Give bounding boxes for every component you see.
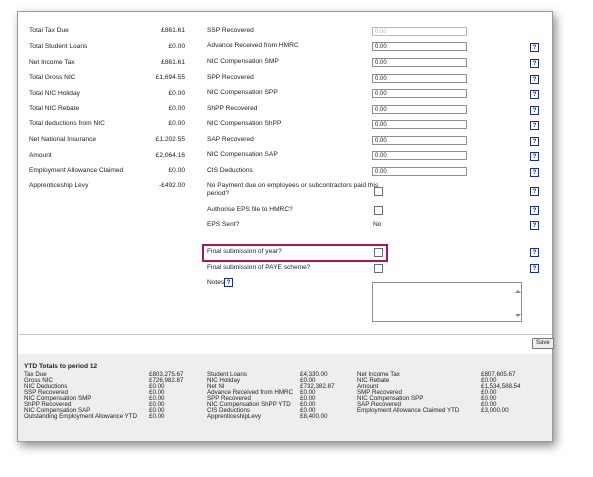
help-icon[interactable]: ?	[530, 90, 539, 99]
summary-label: Net Income Tax	[29, 59, 75, 66]
final-year-label: Final submission of year?	[207, 248, 282, 255]
field-label: NIC Compensation SAP	[207, 151, 278, 158]
scroll-up-icon[interactable]	[515, 290, 521, 293]
eps-sent-label: EPS Sent?	[207, 221, 240, 228]
ssp-recovered-input: 0.00	[372, 27, 467, 36]
field-label: Advance Received from HMRC	[207, 42, 299, 49]
summary-label: Total deductions from NIC	[29, 120, 105, 127]
advance-received-input[interactable]: 0.00	[372, 42, 467, 51]
summary-label: Total NIC Rebate	[29, 105, 80, 112]
help-icon[interactable]: ?	[530, 187, 539, 196]
help-icon[interactable]: ?	[530, 248, 539, 257]
field-label: ShPP Recovered	[207, 105, 258, 112]
no-payment-checkbox[interactable]	[374, 187, 383, 196]
summary-value: £0.00	[168, 120, 185, 127]
final-paye-label: Final submission of PAYE scheme?	[207, 264, 311, 271]
eps-form-panel: Total Tax Due £861.61 Total Student Loan…	[17, 11, 554, 442]
shpp-recovered-input[interactable]: 0.00	[372, 105, 467, 114]
summary-value: £0.00	[168, 43, 185, 50]
summary-value: £2,064.16	[155, 152, 185, 159]
help-icon[interactable]: ?	[530, 206, 539, 215]
ytd-totals: YTD Totals to period 12 Tax Due £803,275…	[18, 354, 552, 441]
help-icon[interactable]: ?	[530, 221, 539, 230]
summary-value: £0.00	[168, 90, 185, 97]
ytd-value: £0.00	[149, 413, 165, 420]
authorise-eps-checkbox[interactable]	[374, 206, 383, 215]
summary-value: £1,694.55	[155, 74, 185, 81]
help-icon[interactable]: ?	[530, 152, 539, 161]
field-label: SAP Recovered	[207, 136, 254, 143]
notes-label: Notes	[207, 279, 225, 286]
help-icon[interactable]: ?	[530, 106, 539, 115]
nic-compensation-smp-input[interactable]: 0.00	[372, 58, 467, 67]
help-icon[interactable]: ?	[530, 137, 539, 146]
summary-label: Net National Insurance	[29, 136, 97, 143]
ytd-value: £8,400.00	[300, 413, 328, 420]
summary-label: Total Tax Due	[29, 27, 69, 34]
nic-compensation-spp-input[interactable]: 0.00	[372, 89, 467, 98]
help-icon[interactable]: ?	[530, 43, 539, 52]
field-label: NIC Compensation SPP	[207, 89, 278, 96]
summary-value: £861.61	[161, 59, 185, 66]
summary-value: £0.00	[168, 167, 185, 174]
summary-value: -£492.00	[158, 182, 185, 189]
field-label: NIC Compensation SMP	[207, 58, 279, 65]
field-label: SSP Recovered	[207, 27, 254, 34]
authorise-eps-label: Authorise EPS file to HMRC?	[207, 206, 293, 213]
eps-sent-value: No	[373, 221, 382, 228]
field-label: NIC Compensation ShPP	[207, 120, 282, 127]
summary-value: £1,202.55	[155, 136, 185, 143]
help-icon[interactable]: ?	[224, 278, 233, 287]
save-button[interactable]: Save	[532, 338, 554, 349]
summary-label: Amount	[29, 152, 52, 159]
help-icon[interactable]: ?	[530, 264, 539, 273]
sap-recovered-input[interactable]: 0.00	[372, 136, 467, 145]
summary-value: £0.00	[168, 105, 185, 112]
no-payment-label: No Payment due on employees or subcontra…	[207, 182, 379, 189]
scroll-down-icon[interactable]	[515, 314, 521, 317]
ytd-label: ApprenticeshipLevy	[207, 413, 262, 420]
ytd-label: Outstanding Employment Allowance YTD	[24, 413, 138, 420]
notes-textarea[interactable]	[372, 282, 522, 322]
summary-label: Total Student Loans	[29, 43, 88, 50]
summary-label: Employment Allowance Claimed	[29, 167, 124, 174]
ytd-title: YTD Totals to period 12	[24, 363, 98, 370]
nic-compensation-shpp-input[interactable]: 0.00	[372, 120, 467, 129]
help-icon[interactable]: ?	[530, 168, 539, 177]
spp-recovered-input[interactable]: 0.00	[372, 74, 467, 83]
help-icon[interactable]: ?	[530, 59, 539, 68]
cis-deductions-input[interactable]: 0.00	[372, 167, 467, 176]
ytd-value: £3,000.00	[481, 407, 509, 414]
summary-label: Total NIC Holiday	[29, 90, 80, 97]
summary-value: £861.61	[161, 27, 185, 34]
field-label: CIS Deductions	[207, 167, 253, 174]
help-icon[interactable]: ?	[530, 75, 539, 84]
no-payment-label-cont: period?	[207, 190, 229, 197]
field-label: SPP Recovered	[207, 74, 254, 81]
summary-label: Apprenticeship Levy	[29, 182, 89, 189]
divider	[18, 334, 552, 335]
nic-compensation-sap-input[interactable]: 0.00	[372, 151, 467, 160]
ytd-label: Employment Allowance Claimed YTD	[357, 407, 460, 414]
final-year-checkbox[interactable]	[374, 248, 383, 257]
final-paye-checkbox[interactable]	[374, 264, 383, 273]
help-icon[interactable]: ?	[530, 121, 539, 130]
summary-label: Total Gross NIC	[29, 74, 76, 81]
